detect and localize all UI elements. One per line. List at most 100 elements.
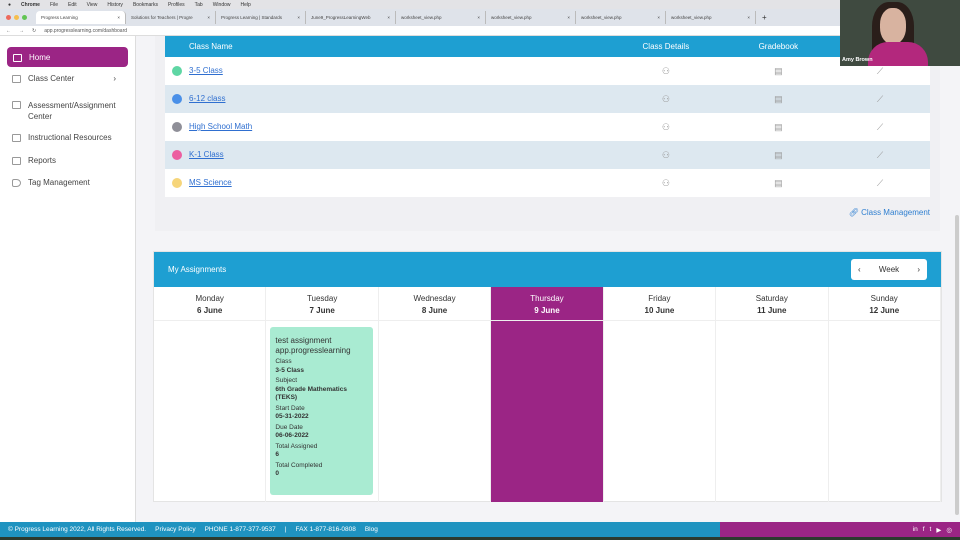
tab[interactable]: worksheet_view.php × [396, 11, 486, 24]
tab[interactable]: Progress Learning | Standards × [216, 11, 306, 24]
chart-icon[interactable]: ⟋ [830, 141, 930, 169]
gradebook-icon[interactable]: ▤ [726, 169, 830, 197]
close-icon[interactable]: × [387, 15, 390, 20]
tab[interactable]: June9_ProgressLearningWeb × [306, 11, 396, 24]
menu-edit[interactable]: Edit [68, 2, 77, 8]
facebook-icon[interactable]: f [923, 526, 925, 533]
day-column[interactable]: Friday 10 June [603, 287, 717, 502]
field-label: Subject [275, 377, 298, 384]
day-header: Saturday 11 June [716, 287, 828, 321]
sidebar-item-assessment-center[interactable]: Assessment/Assignment Center [0, 100, 128, 122]
tab[interactable]: worksheet_view.php × [486, 11, 576, 24]
day-column[interactable]: Tuesday 7 June test assignment app.progre… [266, 287, 379, 502]
reload-icon[interactable]: ↻ [32, 28, 36, 34]
linkedin-icon[interactable]: in [913, 526, 918, 533]
class-details-icon[interactable]: ⚇ [605, 169, 727, 197]
scrollbar[interactable] [955, 215, 959, 515]
class-link[interactable]: 3-5 Class [189, 66, 223, 75]
menu-bookmarks[interactable]: Bookmarks [133, 2, 158, 8]
class-name-cell: High School Math [165, 113, 605, 141]
menu-history[interactable]: History [107, 2, 123, 8]
column-header: Gradebook [726, 36, 830, 57]
field-value: 06-06-2022 [275, 432, 309, 439]
gradebook-icon[interactable]: ▤ [726, 113, 830, 141]
field-label: Total Assigned [275, 442, 318, 450]
close-icon[interactable]: × [747, 15, 750, 20]
sidebar-item-home[interactable]: Home [7, 47, 128, 67]
day-header: Wednesday 8 June [378, 287, 491, 321]
menu-tab[interactable]: Tab [195, 2, 203, 8]
address-bar[interactable]: ← → ↻ app.progresslearning.com/dashboard [0, 26, 960, 36]
close-icon[interactable]: × [567, 15, 570, 20]
close-icon[interactable]: × [207, 15, 210, 20]
tab[interactable]: Solutions for Teachers | Progre × [126, 11, 216, 24]
privacy-policy-link[interactable]: Privacy Policy [155, 526, 195, 533]
menu-view[interactable]: View [87, 2, 98, 8]
class-link[interactable]: MS Science [189, 178, 232, 187]
class-details-icon[interactable]: ⚇ [605, 141, 727, 169]
day-column[interactable]: Saturday 11 June [716, 287, 829, 502]
close-icon[interactable]: × [117, 15, 120, 20]
twitter-icon[interactable]: t [930, 526, 932, 533]
prev-week-button[interactable]: ‹ [858, 265, 861, 274]
field-label: Due Date [275, 423, 303, 431]
day-column[interactable]: Thursday 9 June [491, 287, 604, 502]
blog-link[interactable]: Blog [365, 526, 378, 533]
gradebook-icon[interactable]: ▤ [726, 57, 830, 85]
close-icon[interactable]: × [477, 15, 480, 20]
class-color-dot [172, 150, 182, 160]
close-icon[interactable]: × [657, 15, 660, 20]
week-view-label[interactable]: Week [879, 265, 899, 274]
sidebar-item-tag-management[interactable]: Tag Management [0, 178, 128, 187]
class-management-link[interactable]: 🔗︎ Class Management [849, 208, 930, 217]
class-details-icon[interactable]: ⚇ [605, 113, 727, 141]
day-column[interactable]: Wednesday 8 June [378, 287, 492, 502]
assignment-title: test assignment app.progresslearning [275, 336, 351, 355]
field-label: Total Completed [275, 461, 323, 469]
tab[interactable]: worksheet_view.php × [576, 11, 666, 24]
footer: © Progress Learning 2022, All Rights Res… [0, 522, 960, 537]
apple-icon: ● [8, 1, 12, 8]
window-controls[interactable] [6, 15, 27, 20]
new-tab-button[interactable]: + [762, 13, 767, 22]
browser-tabs: Progress Learning × Solutions for Teacher… [0, 9, 960, 26]
sidebar-item-class-center[interactable]: Class Center › [0, 74, 128, 83]
menu-profiles[interactable]: Profiles [168, 2, 185, 8]
instagram-icon[interactable]: ◎ [946, 526, 952, 534]
chart-icon[interactable]: ⟋ [830, 85, 930, 113]
menu-help[interactable]: Help [241, 2, 251, 8]
menu-file[interactable]: File [50, 2, 58, 8]
tab[interactable]: worksheet_view.php × [666, 11, 756, 24]
url-text[interactable]: app.progresslearning.com/dashboard [44, 28, 127, 34]
assignment-card[interactable]: test assignment app.progresslearning Cla… [270, 327, 374, 495]
tab[interactable]: Progress Learning × [36, 11, 126, 24]
class-details-icon[interactable]: ⚇ [605, 85, 727, 113]
forward-icon[interactable]: → [19, 28, 24, 34]
class-link[interactable]: 6-12 class [189, 94, 225, 103]
next-week-button[interactable]: › [917, 265, 920, 274]
gradebook-icon[interactable]: ▤ [726, 141, 830, 169]
class-details-icon[interactable]: ⚇ [605, 57, 727, 85]
day-column[interactable]: Monday 6 June [154, 287, 267, 502]
sidebar-item-instructional-resources[interactable]: Instructional Resources [0, 133, 128, 142]
sidebar-item-label: Class Center [28, 74, 75, 83]
chart-icon[interactable]: ⟋ [830, 169, 930, 197]
back-icon[interactable]: ← [6, 28, 11, 34]
youtube-icon[interactable]: ▶ [936, 526, 941, 534]
day-date: 6 June [197, 306, 223, 315]
field-value: 6 [275, 451, 280, 458]
close-icon[interactable]: × [297, 15, 300, 20]
day-date: 8 June [421, 306, 448, 315]
class-link[interactable]: K-1 Class [189, 150, 224, 159]
class-name-cell: MS Science [165, 169, 605, 197]
menu-chrome[interactable]: Chrome [21, 2, 40, 8]
menu-window[interactable]: Window [213, 2, 231, 8]
week-calendar: Monday 6 June Tuesday 7 June test assignmen… [154, 287, 941, 502]
chart-icon[interactable]: ⟋ [830, 113, 930, 141]
class-color-dot [172, 94, 182, 104]
mac-menubar: ● Chrome File Edit View History Bookmark… [0, 0, 960, 9]
sidebar-item-reports[interactable]: Reports [0, 156, 128, 165]
day-column[interactable]: Sunday 12 June [828, 287, 941, 502]
class-link[interactable]: High School Math [189, 122, 252, 131]
gradebook-icon[interactable]: ▤ [726, 85, 830, 113]
